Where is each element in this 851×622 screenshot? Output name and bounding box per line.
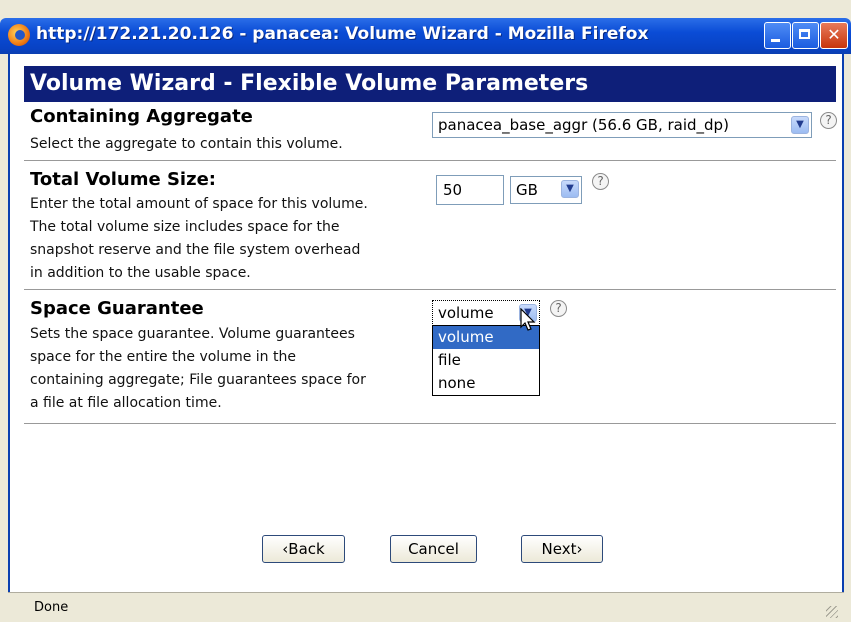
title-bar: http://172.21.20.126 - panacea: Volume W… [0,18,851,54]
guarantee-description-line: space for the entire the volume in the [30,349,296,365]
maximize-icon [799,29,810,39]
unit-select-value: GB [516,181,538,199]
guarantee-label: Space Guarantee [30,298,204,319]
firefox-icon [8,24,30,46]
guarantee-row: Space Guarantee Sets the space guarantee… [24,290,836,424]
guarantee-dropdown-list[interactable]: volume file none [432,325,540,396]
guarantee-option-none[interactable]: none [433,372,539,395]
status-text: Done [34,600,69,615]
cancel-button[interactable]: Cancel [390,535,477,563]
help-icon[interactable]: ? [592,173,609,190]
guarantee-description-line: a file at file allocation time. [30,395,222,411]
page-content: Volume Wizard - Flexible Volume Paramete… [8,54,844,592]
aggregate-row: Containing Aggregate Select the aggregat… [24,102,837,161]
guarantee-description-line: Sets the space guarantee. Volume guarant… [30,326,355,342]
minimize-button[interactable] [764,22,791,49]
guarantee-description: Sets the space guarantee. Volume guarant… [30,323,430,415]
browser-window: http://172.21.20.126 - panacea: Volume W… [0,0,851,622]
size-description: Enter the total amount of space for this… [30,193,430,285]
cancel-button-label: Cancel [408,540,459,558]
wizard-page: Volume Wizard - Flexible Volume Paramete… [24,66,837,424]
guarantee-select-value: volume [438,304,494,322]
aggregate-label: Containing Aggregate [30,106,253,127]
aggregate-select[interactable]: panacea_base_aggr (56.6 GB, raid_dp) ▼ [432,112,812,138]
page-title: Volume Wizard - Flexible Volume Paramete… [24,66,836,102]
window-title: http://172.21.20.126 - panacea: Volume W… [36,24,649,44]
chevron-down-icon[interactable]: ▼ [791,116,809,134]
chevron-down-icon[interactable]: ▼ [561,180,579,198]
mouse-cursor-icon [520,308,536,331]
size-description-line: snapshot reserve and the file system ove… [30,242,361,258]
size-description-line: Enter the total amount of space for this… [30,196,368,212]
back-button[interactable]: ‹Back [262,535,345,563]
size-description-line: in addition to the usable space. [30,265,251,281]
status-bar: Done [8,592,844,622]
close-icon: ✕ [827,25,841,44]
minimize-icon [771,39,780,42]
maximize-button[interactable] [792,22,819,49]
resize-grip-icon[interactable] [826,606,838,618]
size-label: Total Volume Size: [30,169,216,190]
aggregate-description: Select the aggregate to contain this vol… [30,136,343,152]
back-button-label: Back [288,540,325,558]
help-icon[interactable]: ? [550,300,567,317]
close-button[interactable]: ✕ [820,22,848,49]
size-input[interactable]: 50 [436,175,504,205]
chevron-right-icon: › [576,540,583,558]
next-button[interactable]: Next› [521,535,603,563]
next-button-label: Next [541,540,577,558]
size-description-line: The total volume size includes space for… [30,219,340,235]
guarantee-option-file[interactable]: file [433,349,539,372]
size-row: Total Volume Size: Enter the total amoun… [24,161,836,290]
aggregate-select-value: panacea_base_aggr (56.6 GB, raid_dp) [438,116,729,134]
help-icon[interactable]: ? [820,112,837,129]
guarantee-description-line: containing aggregate; File guarantees sp… [30,372,366,388]
unit-select[interactable]: GB ▼ [510,176,582,204]
